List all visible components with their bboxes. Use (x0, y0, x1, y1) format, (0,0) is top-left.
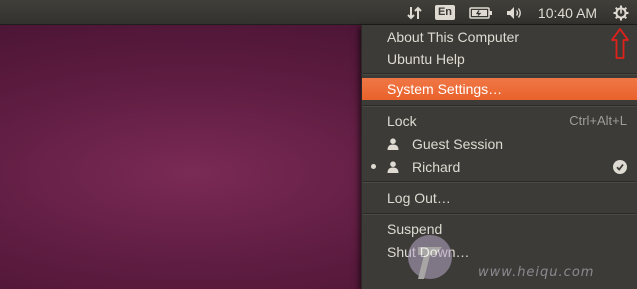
watermark-url: www.heiqu.com (478, 265, 595, 280)
menu-item-about[interactable]: About This Computer (362, 25, 637, 48)
menu-separator (363, 105, 636, 107)
volume-icon (507, 6, 521, 19)
lock-shortcut: Ctrl+Alt+L (569, 113, 627, 128)
session-menu-button[interactable] (608, 0, 634, 25)
gear-power-icon (613, 5, 629, 20)
check-icon (613, 159, 627, 174)
menu-item-logout[interactable]: Log Out… (362, 186, 637, 209)
watermark: www.heiqu.com (400, 233, 630, 289)
battery-icon (469, 6, 492, 19)
menu-item-lock-label: Lock (387, 112, 417, 129)
keyboard-layout-indicator[interactable]: En (432, 0, 458, 25)
menu-item-help-label: Ubuntu Help (387, 50, 465, 67)
menu-separator (363, 213, 636, 215)
user-icon (387, 160, 399, 173)
volume-indicator[interactable] (502, 0, 526, 25)
menu-item-user-label: Richard (412, 158, 461, 175)
watermark-logo-icon (408, 235, 452, 279)
menu-item-about-label: About This Computer (387, 28, 520, 45)
menu-item-system-settings-label: System Settings… (387, 81, 503, 97)
keyboard-layout-label: En (434, 5, 456, 20)
top-panel: En 10:40 AM (0, 0, 637, 25)
menu-item-guest-label: Guest Session (412, 135, 504, 152)
menu-item-logout-label: Log Out… (387, 189, 451, 206)
menu-item-guest-session[interactable]: Guest Session (362, 132, 637, 155)
menu-item-system-settings[interactable]: System Settings… (362, 78, 637, 100)
menu-item-lock[interactable]: Lock Ctrl+Alt+L (362, 109, 637, 132)
annotation-up-arrow-icon (611, 28, 629, 59)
menu-item-user-richard[interactable]: Richard (362, 155, 637, 178)
menu-separator (363, 73, 636, 75)
menu-item-help[interactable]: Ubuntu Help (362, 47, 637, 70)
menu-separator (363, 181, 636, 183)
clock[interactable]: 10:40 AM (530, 0, 605, 25)
transfer-arrows-icon (407, 6, 422, 19)
battery-indicator[interactable] (466, 0, 496, 25)
user-icon (387, 137, 399, 150)
active-user-bullet-icon (371, 164, 376, 169)
clock-label: 10:40 AM (537, 4, 598, 21)
network-indicator[interactable] (404, 0, 426, 25)
